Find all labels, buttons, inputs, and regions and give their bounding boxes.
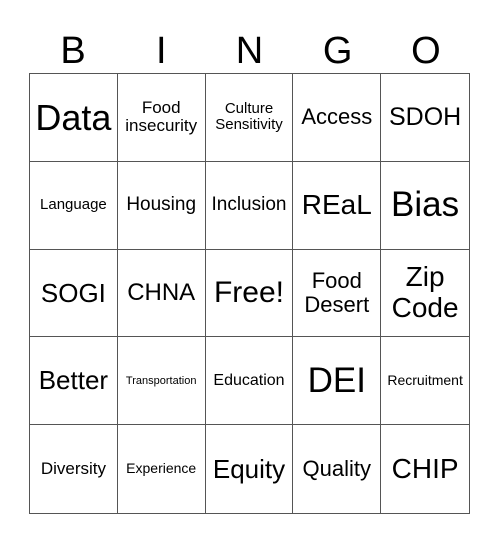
bingo-cell-label: Diversity [40,458,106,478]
bingo-cell[interactable]: Food insecurity [117,74,206,162]
bingo-cell-label: DEI [307,360,366,400]
bingo-cell[interactable]: Access [293,74,382,162]
bingo-cell[interactable]: SDOH [381,74,469,162]
bingo-cell-label: CHIP [391,452,459,484]
bingo-cell[interactable]: CHIP [381,425,469,513]
bingo-cell-label: Access [301,104,373,130]
bingo-cell-label: REaL [301,188,372,220]
bingo-header: B I N G O [29,29,470,73]
bingo-cell-label: Experience [126,460,197,477]
header-letter-b: B [60,30,86,72]
header-letter-i: I [156,30,167,72]
bingo-cell[interactable]: Transportation [117,337,206,426]
bingo-cell[interactable]: Quality [293,425,382,513]
bingo-cell-label: Transportation [125,374,197,387]
bingo-cell[interactable]: Diversity [30,425,118,513]
bingo-cell[interactable]: DEI [293,337,382,426]
bingo-cell-label: Education [213,371,285,389]
header-letter-n: N [235,30,264,72]
bingo-cell-label: Language [40,195,107,213]
bingo-cell-label: CHNA [127,278,196,306]
bingo-cell-label: Free! [213,276,284,310]
bingo-cell-label: Data [35,96,112,138]
bingo-cell[interactable]: CHNA [117,249,206,338]
bingo-cell[interactable]: Language [30,161,118,250]
bingo-cell[interactable]: Data [30,74,118,162]
bingo-cell-label: Food insecurity [125,97,198,136]
bingo-cell[interactable]: Education [205,337,294,426]
bingo-cell[interactable]: REaL [293,161,382,250]
bingo-cell-label: Culture Sensitivity [215,99,283,134]
bingo-cell[interactable]: Equity [206,425,294,513]
bingo-cell[interactable]: Food Desert [293,249,382,338]
bingo-cell-label: Equity [212,453,286,484]
bingo-cell-label: Food Desert [304,267,370,317]
bingo-cell[interactable]: Zip Code [381,250,469,338]
bingo-cell[interactable]: Free! [205,249,294,338]
bingo-cell[interactable]: Housing [117,161,206,250]
bingo-cell[interactable]: SOGI [30,249,118,338]
bingo-cell-label: Recruitment [387,372,463,389]
bingo-grid: Data Food insecurity Culture Sensitivity Ac… [29,73,470,514]
bingo-cell[interactable]: Experience [118,425,206,513]
bingo-cell[interactable]: Inclusion [205,161,294,250]
bingo-cell-label: Bias [391,184,460,224]
bingo-cell-label: Zip Code [391,261,459,323]
bingo-cell-label: SDOH [388,102,462,131]
bingo-cell[interactable]: Recruitment [381,337,469,426]
bingo-cell-label: Housing [126,193,197,215]
header-letter-g: G [322,30,353,72]
bingo-cell[interactable]: Better [30,337,118,426]
bingo-cell-label: SOGI [40,277,106,308]
bingo-cell[interactable]: Culture Sensitivity [205,74,294,162]
header-letter-o: O [411,30,441,72]
bingo-cell-label: Better [38,365,109,396]
bingo-cell[interactable]: Bias [381,162,469,250]
bingo-cell-label: Inclusion [211,193,287,215]
bingo-cell-label: Quality [302,456,372,481]
